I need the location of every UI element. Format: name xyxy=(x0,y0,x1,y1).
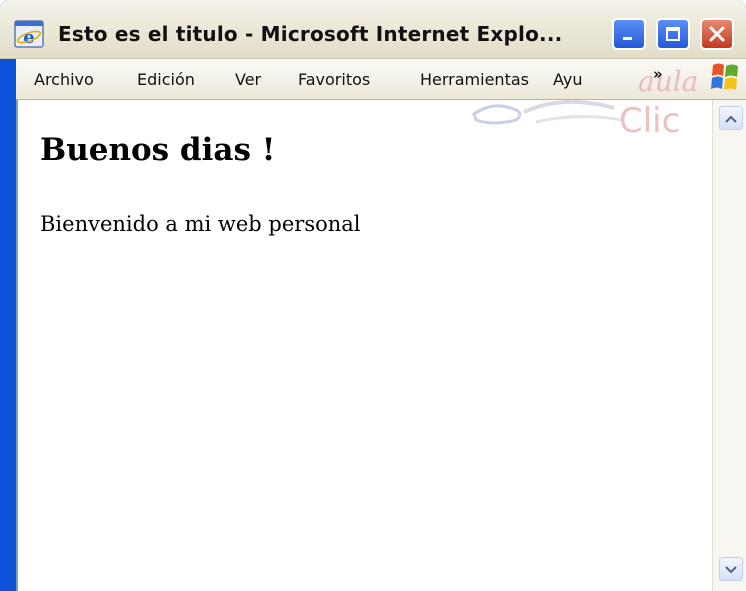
clic-logo: Clic xyxy=(454,74,704,148)
maximize-icon xyxy=(664,25,682,43)
clic-logo-text: Clic xyxy=(619,101,680,141)
scroll-up-button[interactable] xyxy=(719,106,743,130)
svg-text:e: e xyxy=(23,27,34,48)
internet-explorer-icon: e xyxy=(14,20,44,48)
vertical-scrollbar[interactable] xyxy=(712,100,746,591)
menu-archivo[interactable]: Archivo xyxy=(34,70,94,89)
close-icon xyxy=(708,25,726,43)
scroll-up-icon xyxy=(724,109,738,128)
minimize-button[interactable] xyxy=(612,18,646,50)
minimize-icon xyxy=(620,25,638,43)
title-bar[interactable]: e Esto es el titulo - Microsoft Internet… xyxy=(0,0,746,59)
page-content[interactable]: Clic Buenos dias ! Bienvenido a mi web p… xyxy=(16,99,714,591)
windows-flag-icon xyxy=(708,60,742,100)
window-title: Esto es el titulo - Microsoft Internet E… xyxy=(58,22,563,46)
menu-ver[interactable]: Ver xyxy=(235,70,261,89)
welcome-text: Bienvenido a mi web personal xyxy=(40,212,361,236)
close-button[interactable] xyxy=(700,18,734,50)
menu-edicion[interactable]: Edición xyxy=(137,70,195,89)
page-heading: Buenos dias ! xyxy=(40,132,276,168)
scroll-down-button[interactable] xyxy=(719,557,743,581)
scroll-down-icon xyxy=(724,560,738,579)
maximize-button[interactable] xyxy=(656,18,690,50)
menu-favoritos[interactable]: Favoritos xyxy=(298,70,370,89)
browser-window: e Esto es el titulo - Microsoft Internet… xyxy=(0,0,746,591)
